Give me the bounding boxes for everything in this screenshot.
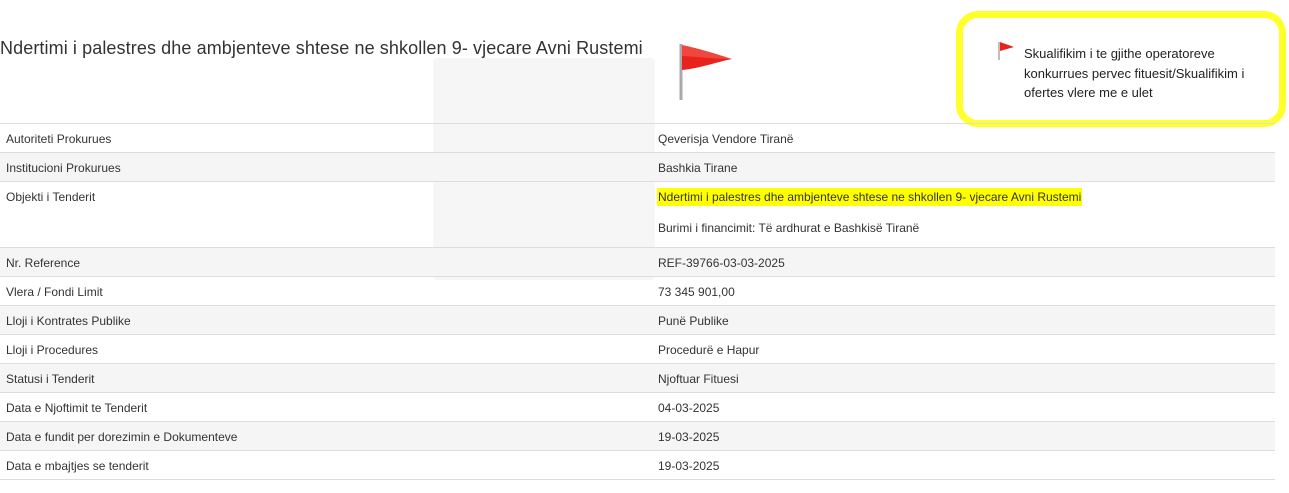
table-row: Data e Njoftimit te Tenderit 04-03-2025 xyxy=(0,392,1275,422)
red-flag-icon xyxy=(679,44,732,100)
row-label: Lloji i Kontrates Publike xyxy=(0,305,652,335)
row-label: Autoriteti Prokurues xyxy=(6,132,112,146)
row-label: Lloji i Procedures xyxy=(6,343,99,357)
row-value: REF-39766-03-03-2025 xyxy=(652,247,1275,277)
row-label: Nr. Reference xyxy=(0,247,652,277)
row-label: Statusi i Tenderit xyxy=(0,363,652,393)
row-value: Bashkia Tirane xyxy=(652,152,1275,182)
row-label: Vlera / Fondi Limit xyxy=(6,285,103,299)
row-label: Data e Njoftimit te Tenderit xyxy=(6,401,148,415)
table-row: Data e fundit per dorezimin e Dokumentev… xyxy=(0,421,1275,451)
table-row: Vlera / Fondi Limit 73 345 901,00 xyxy=(0,276,1275,306)
small-red-flag-icon xyxy=(998,42,1014,60)
page-title: Ndertimi i palestres dhe ambjenteve shte… xyxy=(0,38,643,58)
table-row: Nr. Reference REF-39766-03-03-2025 xyxy=(0,247,1275,277)
row-label: Data e mbajtjes se tenderit xyxy=(6,459,149,473)
table-row: Institucioni Prokurues Bashkia Tirane xyxy=(0,152,1275,182)
row-value: 73 345 901,00 xyxy=(658,285,735,299)
table-row: Lloji i Procedures Procedurë e Hapur xyxy=(0,334,1275,364)
highlighted-tender-object: Ndertimi i palestres dhe ambjenteve shte… xyxy=(658,189,1082,205)
row-value: Punë Publike xyxy=(652,305,1275,335)
funding-source: Burimi i financimit: Të ardhurat e Bashk… xyxy=(658,221,920,235)
row-value: Procedurë e Hapur xyxy=(658,343,760,357)
table-row: Data e mbajtjes se tenderit 19-03-2025 xyxy=(0,450,1275,480)
row-label: Institucioni Prokurues xyxy=(0,152,652,182)
row-value: 19-03-2025 xyxy=(658,459,720,473)
row-label: Data e fundit per dorezimin e Dokumentev… xyxy=(0,421,652,451)
row-value: Qeverisja Vendore Tiranë xyxy=(658,132,794,146)
row-value: 04-03-2025 xyxy=(658,401,720,415)
table-row: Lloji i Kontrates Publike Punë Publike xyxy=(0,305,1275,335)
row-value: 19-03-2025 xyxy=(652,421,1275,451)
table-row: Statusi i Tenderit Njoftuar Fituesi xyxy=(0,363,1275,393)
table-row: Autoriteti Prokurues Qeverisja Vendore Ti… xyxy=(0,123,1275,153)
row-value: Ndertimi i palestres dhe ambjenteve shte… xyxy=(652,182,1275,248)
table-row: Objekti i Tenderit Ndertimi i palestres d… xyxy=(0,181,1275,248)
row-label: Objekti i Tenderit xyxy=(6,190,96,204)
disqualification-notice: Skualifikim i te gjithe operatoreve konk… xyxy=(1024,46,1245,100)
tender-info-table: Autoriteti Prokurues Qeverisja Vendore Ti… xyxy=(0,123,1275,480)
row-value: Njoftuar Fituesi xyxy=(652,363,1275,393)
